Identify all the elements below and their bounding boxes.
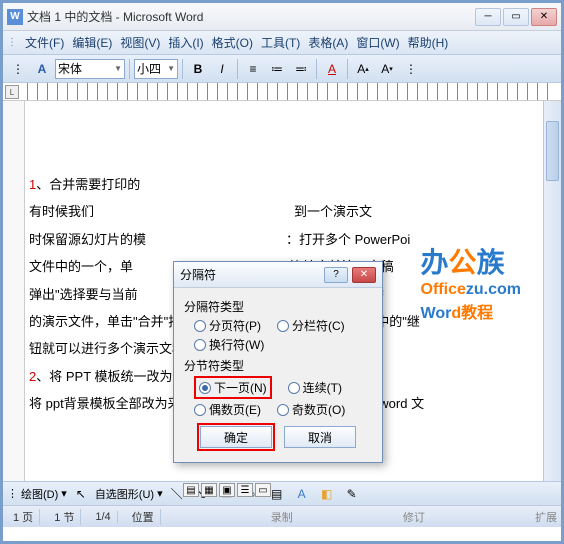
menu-format[interactable]: 格式(O) <box>208 32 257 53</box>
italic-button[interactable]: I <box>211 58 233 80</box>
select-objects-button[interactable]: ↖ <box>70 483 92 505</box>
dialog-titlebar: 分隔符 ? ✕ <box>174 262 382 288</box>
title-bar: W 文档 1 中的文档 - Microsoft Word ─ ▭ ✕ <box>3 3 561 31</box>
radio-icon <box>277 404 289 416</box>
radio-next-page[interactable]: 下一页(N) <box>199 379 267 396</box>
dialog-help-button[interactable]: ? <box>324 267 348 283</box>
app-icon: W <box>7 9 23 25</box>
radio-page-break[interactable]: 分页符(P) <box>194 317 261 334</box>
font-name-value: 宋体 <box>58 60 82 77</box>
grow-font-button[interactable]: A▴ <box>352 58 374 80</box>
radio-continuous[interactable]: 连续(T) <box>288 376 342 399</box>
maximize-button[interactable]: ▭ <box>503 8 529 26</box>
radio-icon <box>288 382 300 394</box>
reading-view-button[interactable]: ▭ <box>255 483 271 497</box>
font-name-select[interactable]: 宋体 ▼ <box>55 59 125 79</box>
font-size-value: 小四 <box>137 60 161 77</box>
document-area: 办公族 Officezu.com Word教程 1、合并需要打印的 有时候我们到… <box>3 101 561 481</box>
window-buttons: ─ ▭ ✕ <box>475 8 557 26</box>
radio-column-break[interactable]: 分栏符(C) <box>277 317 345 334</box>
minimize-button[interactable]: ─ <box>475 8 501 26</box>
section-break-type-label: 分节符类型 <box>184 357 372 374</box>
break-dialog: 分隔符 ? ✕ 分隔符类型 分页符(P) 分栏符(C) 换行符(W) 分节符类型… <box>173 261 383 463</box>
font-size-select[interactable]: 小四 ▼ <box>134 59 178 79</box>
status-rev: 修订 <box>403 509 425 525</box>
outline-view-button[interactable]: ☰ <box>237 483 253 497</box>
print-view-button[interactable]: ▣ <box>219 483 235 497</box>
numbering-button[interactable]: ≕ <box>290 58 312 80</box>
style-button[interactable]: A <box>31 58 53 80</box>
radio-icon <box>277 320 289 332</box>
separator <box>316 59 317 79</box>
line-color-button[interactable]: ✎ <box>341 483 363 505</box>
radio-icon <box>194 339 206 351</box>
radio-line-break[interactable]: 换行符(W) <box>194 336 264 353</box>
menu-window[interactable]: 窗口(W) <box>352 32 403 53</box>
menu-file[interactable]: 文件(F) <box>21 32 68 53</box>
ruler-corner: L <box>5 85 19 99</box>
status-page-count: 1/4 <box>89 511 117 523</box>
draw-menu[interactable]: 绘图(D) <box>21 486 58 502</box>
bullets-button[interactable]: ≔ <box>266 58 288 80</box>
formatting-toolbar: ⋮ A 宋体 ▼ 小四 ▼ B I ≡ ≔ ≕ A A▴ A▾ ⋮ <box>3 55 561 83</box>
menu-view[interactable]: 视图(V) <box>116 32 164 53</box>
dialog-close-button[interactable]: ✕ <box>352 267 376 283</box>
separator <box>182 59 183 79</box>
highlight-next-page: 下一页(N) <box>194 376 272 399</box>
close-button[interactable]: ✕ <box>531 8 557 26</box>
radio-icon <box>194 320 206 332</box>
menu-help[interactable]: 帮助(H) <box>404 32 453 53</box>
style-dropdown-icon[interactable]: ⋮ <box>7 58 29 80</box>
web-view-button[interactable]: ▦ <box>201 483 217 497</box>
menu-bar: ⋮ 文件(F) 编辑(E) 视图(V) 插入(I) 格式(O) 工具(T) 表格… <box>3 31 561 55</box>
vertical-ruler[interactable] <box>3 101 25 481</box>
cancel-button[interactable]: 取消 <box>284 426 356 448</box>
ruler-marks <box>27 83 551 100</box>
autoshapes-menu[interactable]: 自选图形(U) <box>95 486 154 502</box>
status-page: 1 页 <box>7 509 40 525</box>
window-title: 文档 1 中的文档 - Microsoft Word <box>27 8 475 25</box>
dialog-body: 分隔符类型 分页符(P) 分栏符(C) 换行符(W) 分节符类型 下一页(N) … <box>174 288 382 454</box>
status-section: 1 节 <box>48 509 81 525</box>
menu-insert[interactable]: 插入(I) <box>164 32 207 53</box>
wordart-button[interactable]: A <box>291 483 313 505</box>
radio-icon-selected <box>199 382 211 394</box>
status-bar: 1 页 1 节 1/4 位置 录制 修订 扩展 <box>3 505 561 527</box>
vertical-scrollbar[interactable] <box>543 101 561 481</box>
bold-button[interactable]: B <box>187 58 209 80</box>
dialog-title: 分隔符 <box>180 266 324 283</box>
status-ext: 扩展 <box>535 509 557 525</box>
separator <box>129 59 130 79</box>
font-color-button[interactable]: A <box>321 58 343 80</box>
menu-table[interactable]: 表格(A) <box>304 32 352 53</box>
align-left-button[interactable]: ≡ <box>242 58 264 80</box>
status-position: 位置 <box>126 509 161 525</box>
status-rec: 录制 <box>271 509 293 525</box>
ok-button[interactable]: 确定 <box>200 426 272 448</box>
radio-odd-page[interactable]: 奇数页(O) <box>277 401 345 418</box>
radio-even-page[interactable]: 偶数页(E) <box>194 401 261 418</box>
menu-tools[interactable]: 工具(T) <box>257 32 304 53</box>
toolbar-options-icon[interactable]: ⋮ <box>400 58 422 80</box>
chevron-down-icon: ▼ <box>114 64 122 73</box>
normal-view-button[interactable]: ▤ <box>183 483 199 497</box>
toolbar-handle-icon: ⋮ <box>7 487 18 500</box>
separator <box>237 59 238 79</box>
break-type-label: 分隔符类型 <box>184 298 372 315</box>
radio-icon <box>194 404 206 416</box>
separator <box>347 59 348 79</box>
view-buttons: ▤ ▦ ▣ ☰ ▭ <box>183 483 271 497</box>
fill-color-button[interactable]: ◧ <box>316 483 338 505</box>
scrollbar-thumb[interactable] <box>546 121 559 181</box>
chevron-down-icon: ▼ <box>167 64 175 73</box>
drawing-toolbar: ⋮ 绘图(D)▾ ↖ 自选图形(U)▾ ＼ ↘ ▭ ○ ▤ A ◧ ✎ <box>3 481 561 505</box>
horizontal-ruler[interactable]: L <box>3 83 561 101</box>
menu-handle-icon: ⋮ <box>7 37 17 48</box>
menu-edit[interactable]: 编辑(E) <box>68 32 116 53</box>
shrink-font-button[interactable]: A▾ <box>376 58 398 80</box>
